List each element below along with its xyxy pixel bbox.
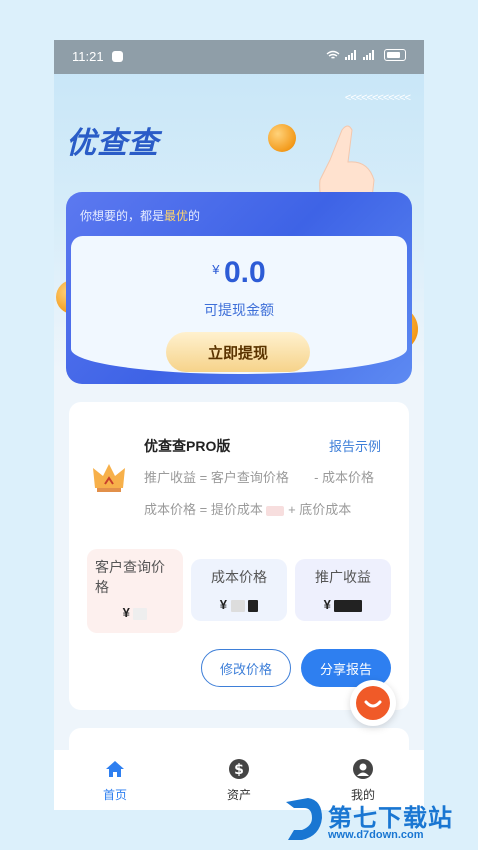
status-icons — [326, 49, 406, 63]
stat-customer-price: 客户查询价格 ¥ — [87, 549, 183, 633]
report-example-link[interactable]: 报告示例 — [329, 436, 381, 455]
home-icon — [106, 761, 124, 777]
masked-value — [230, 599, 245, 612]
tab-home[interactable]: 首页 — [75, 758, 155, 803]
signal-icon — [344, 50, 356, 60]
site-url: www.d7down.com — [328, 829, 424, 841]
balance-amount: ¥ 0.0 — [66, 256, 412, 290]
tab-assets[interactable]: $ 资产 — [199, 758, 279, 803]
site-watermark: 第七下载站 www.d7down.com — [284, 796, 474, 846]
slogan-highlight: 最优 — [164, 209, 189, 223]
stat-cost-price: 成本价格 ¥ — [191, 559, 287, 621]
balance-card: 你想要的，都是最优的 ¥ 0.0 可提现金额 立即提现 — [66, 192, 412, 384]
masked-value — [248, 599, 259, 612]
chat-icon — [356, 686, 390, 720]
product-panel: 优查查PRO版 报告示例 推广收益 = 客户查询价格 - 成本价格 成本价格 =… — [69, 402, 409, 710]
svg-text:$: $ — [234, 762, 244, 778]
amount-value: 0.0 — [223, 256, 266, 289]
decorative-chevrons: <<<<<<<<<<<< — [344, 92, 411, 104]
amount-label: 可提现金额 — [204, 302, 274, 318]
stat-commission: 推广收益 ¥ — [295, 559, 391, 621]
masked-value — [133, 607, 148, 620]
formula-cost: 成本价格 = 提价成本 + 底价成本 — [144, 502, 352, 517]
dollar-icon: $ — [229, 759, 249, 779]
formula-commission: 推广收益 = 客户查询价格 - 成本价格 — [144, 470, 375, 485]
wifi-icon — [326, 50, 340, 59]
shield-icon — [112, 51, 123, 62]
status-time: 11:21 — [72, 49, 104, 64]
currency-symbol: ¥ — [212, 262, 220, 277]
withdraw-button[interactable]: 立即提现 — [166, 332, 310, 372]
app-logo: 优查查 — [66, 127, 159, 160]
battery-icon — [384, 49, 406, 61]
site-name: 第七下载站 — [328, 805, 453, 832]
masked-value — [334, 599, 363, 612]
blurred-value — [266, 505, 285, 516]
site-logo-icon — [286, 798, 322, 840]
edit-price-button[interactable]: 修改价格 — [201, 649, 291, 687]
coin-icon — [268, 124, 296, 152]
product-title: 优查查PRO版 — [144, 438, 231, 454]
crown-icon — [93, 464, 125, 492]
signal-icon — [362, 50, 374, 60]
customer-service-button[interactable] — [350, 680, 396, 726]
blurred-value — [292, 473, 311, 484]
phone-screen: 11:21 <<<<<<<<<<<< 优查查 ¥ 你想要的，都是最优的 ¥ 0.… — [54, 40, 424, 810]
card-slogan: 你想要的，都是最优的 — [80, 209, 201, 223]
user-icon — [353, 759, 373, 779]
status-bar: 11:21 — [54, 40, 424, 74]
